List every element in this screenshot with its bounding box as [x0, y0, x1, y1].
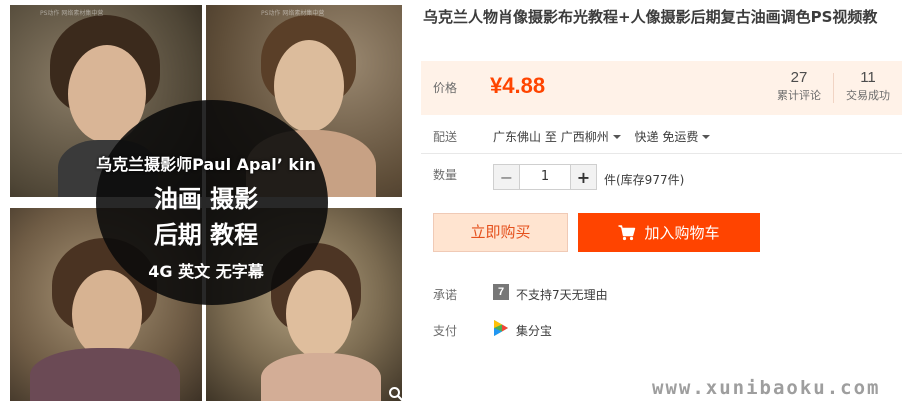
site-watermark: www.xunibaoku.com	[652, 377, 881, 399]
price-label: 价格	[433, 81, 458, 95]
portrait-face	[72, 270, 142, 358]
promise-text[interactable]: 不支持7天无理由	[516, 286, 608, 303]
watermark-text: PS动作 网络素材集中营	[261, 10, 325, 17]
quantity-stepper[interactable]: − 1 +	[493, 164, 597, 190]
overlay-subtitle: 4G 英文 无字幕	[148, 262, 264, 281]
payment-label: 支付	[433, 324, 458, 338]
overlay-title-line1: 油画 摄影	[153, 185, 259, 213]
shipping-value: 广东佛山 至 广西柳州 快递 免运费	[493, 128, 714, 145]
product-title: 乌克兰人物肖像摄影布光教程+人像摄影后期复古油画调色PS视频教	[423, 8, 878, 26]
ship-to: 广西柳州	[560, 130, 609, 144]
ship-method: 快递 免运费	[634, 130, 699, 144]
chevron-down-icon	[702, 134, 711, 139]
portrait-clothing	[261, 353, 381, 401]
payment-method[interactable]: 集分宝	[516, 322, 552, 339]
product-image-gallery[interactable]: PS动作 网络素材集中营 PS动作 网络素材集中营 乌克兰摄影师Paul Apa…	[10, 5, 404, 401]
overlay-photographer-text: 乌克兰摄影师Paul Apal’ kin	[96, 155, 316, 174]
price-panel: 价格 ¥4.88 27 累计评论 11 交易成功	[421, 61, 902, 115]
shipping-label: 配送	[433, 130, 458, 144]
ship-to-select[interactable]: 广西柳州	[561, 130, 625, 144]
ship-method-select[interactable]: 快递 免运费	[635, 130, 715, 144]
promise-label: 承诺	[433, 288, 458, 302]
deals-count: 11	[860, 69, 876, 86]
deals-label: 交易成功	[846, 89, 890, 102]
jifenbao-icon	[494, 320, 508, 336]
magnifier-icon[interactable]	[388, 386, 404, 401]
reviews-stat[interactable]: 27 累计评论	[769, 69, 829, 105]
portrait-clothing	[30, 348, 180, 401]
section-divider	[421, 153, 902, 154]
ship-to-word: 至	[544, 130, 557, 144]
seven-day-badge-icon: 7	[493, 284, 509, 300]
quantity-label: 数量	[433, 168, 458, 182]
add-to-cart-button[interactable]: 加入购物车	[578, 213, 760, 252]
increment-button[interactable]: +	[570, 165, 596, 189]
overlay-title-line2: 后期 教程	[153, 221, 259, 249]
deals-stat: 11 交易成功	[837, 69, 899, 105]
price-value: ¥4.88	[490, 73, 546, 98]
buy-now-button[interactable]: 立即购买	[433, 213, 568, 252]
watermark-text: PS动作 网络素材集中营	[40, 10, 104, 17]
ship-from: 广东佛山	[493, 130, 542, 144]
decrement-button[interactable]: −	[494, 165, 520, 189]
portrait-face	[286, 270, 352, 358]
cart-icon	[618, 224, 636, 240]
portrait-face	[274, 40, 344, 132]
quantity-input[interactable]: 1	[520, 165, 570, 189]
stat-divider	[833, 73, 834, 103]
reviews-label: 累计评论	[777, 89, 821, 102]
stock-info: 件(库存977件)	[604, 173, 685, 187]
chevron-down-icon	[612, 134, 621, 139]
reviews-count: 27	[790, 69, 808, 86]
add-to-cart-label: 加入购物车	[644, 224, 720, 242]
